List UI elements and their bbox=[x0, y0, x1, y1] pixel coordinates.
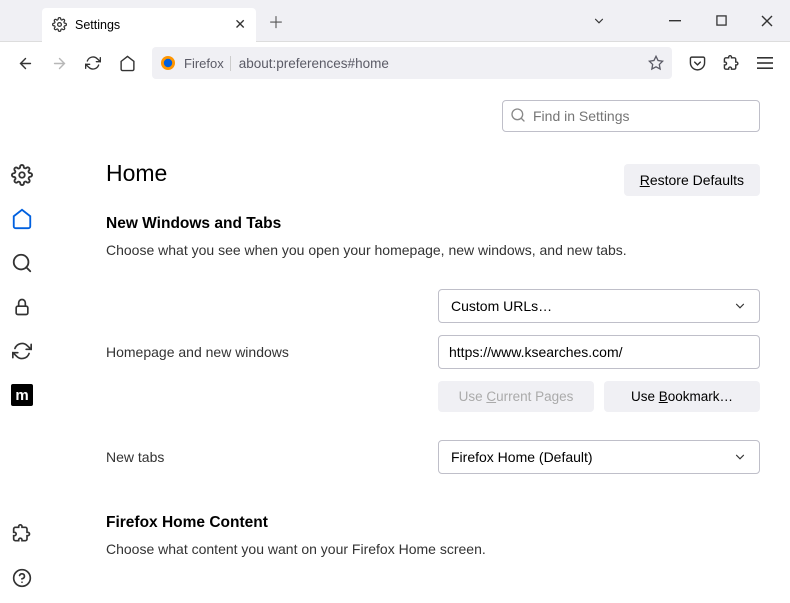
nav-privacy[interactable] bbox=[11, 296, 33, 318]
restore-defaults-button[interactable]: Restore Defaults bbox=[624, 164, 760, 196]
chevron-down-icon bbox=[733, 450, 747, 464]
homepage-mode-value: Custom URLs… bbox=[451, 298, 552, 314]
nav-more-mozilla[interactable]: m bbox=[11, 384, 33, 406]
tab-title: Settings bbox=[75, 18, 120, 32]
homepage-url-input[interactable] bbox=[438, 335, 760, 369]
list-all-tabs-button[interactable] bbox=[576, 0, 622, 42]
url-address: about:preferences#home bbox=[239, 56, 640, 71]
window-close-button[interactable] bbox=[744, 0, 790, 42]
use-current-pages-button[interactable]: Use Current Pages bbox=[438, 381, 594, 412]
window-maximize-button[interactable] bbox=[698, 0, 744, 42]
url-bar[interactable]: Firefox about:preferences#home bbox=[152, 47, 672, 79]
newtabs-row-label: New tabs bbox=[106, 449, 438, 465]
chevron-down-icon bbox=[733, 299, 747, 313]
use-bookmark-button[interactable]: Use Bookmark… bbox=[604, 381, 760, 412]
settings-main: Home Restore Defaults New Windows and Ta… bbox=[44, 84, 790, 603]
reload-button[interactable] bbox=[78, 48, 108, 78]
firefox-logo-icon bbox=[160, 55, 176, 71]
homepage-row-label: Homepage and new windows bbox=[106, 344, 438, 360]
section-new-windows-title: New Windows and Tabs bbox=[106, 215, 760, 233]
nav-extensions[interactable] bbox=[11, 523, 33, 545]
settings-nav-rail: m bbox=[0, 84, 44, 603]
section-home-content-title: Firefox Home Content bbox=[106, 514, 760, 532]
search-icon bbox=[510, 107, 526, 123]
section-new-windows-desc: Choose what you see when you open your h… bbox=[106, 241, 760, 261]
extensions-button[interactable] bbox=[716, 48, 746, 78]
nav-help[interactable] bbox=[11, 567, 33, 589]
homepage-mode-select[interactable]: Custom URLs… bbox=[438, 289, 760, 323]
nav-home[interactable] bbox=[11, 208, 33, 230]
browser-tab[interactable]: Settings ✕ bbox=[42, 8, 256, 42]
bookmark-star-button[interactable] bbox=[648, 55, 664, 71]
url-context-label: Firefox bbox=[184, 56, 231, 71]
nav-sync[interactable] bbox=[11, 340, 33, 362]
newtabs-mode-select[interactable]: Firefox Home (Default) bbox=[438, 440, 760, 474]
tab-close-button[interactable]: ✕ bbox=[234, 16, 246, 33]
newtabs-mode-value: Firefox Home (Default) bbox=[451, 449, 593, 465]
nav-search[interactable] bbox=[11, 252, 33, 274]
find-in-settings-input[interactable] bbox=[502, 100, 760, 132]
section-home-content-desc: Choose what content you want on your Fir… bbox=[106, 540, 760, 560]
new-tab-button[interactable]: ＋ bbox=[262, 7, 290, 35]
nav-general[interactable] bbox=[11, 164, 33, 186]
pocket-button[interactable] bbox=[682, 48, 712, 78]
app-menu-button[interactable] bbox=[750, 48, 780, 78]
back-button[interactable] bbox=[10, 48, 40, 78]
home-button[interactable] bbox=[112, 48, 142, 78]
toolbar: Firefox about:preferences#home bbox=[0, 42, 790, 84]
forward-button[interactable] bbox=[44, 48, 74, 78]
window-minimize-button[interactable] bbox=[652, 0, 698, 42]
titlebar: Settings ✕ ＋ bbox=[0, 0, 790, 42]
gear-icon bbox=[52, 17, 67, 32]
